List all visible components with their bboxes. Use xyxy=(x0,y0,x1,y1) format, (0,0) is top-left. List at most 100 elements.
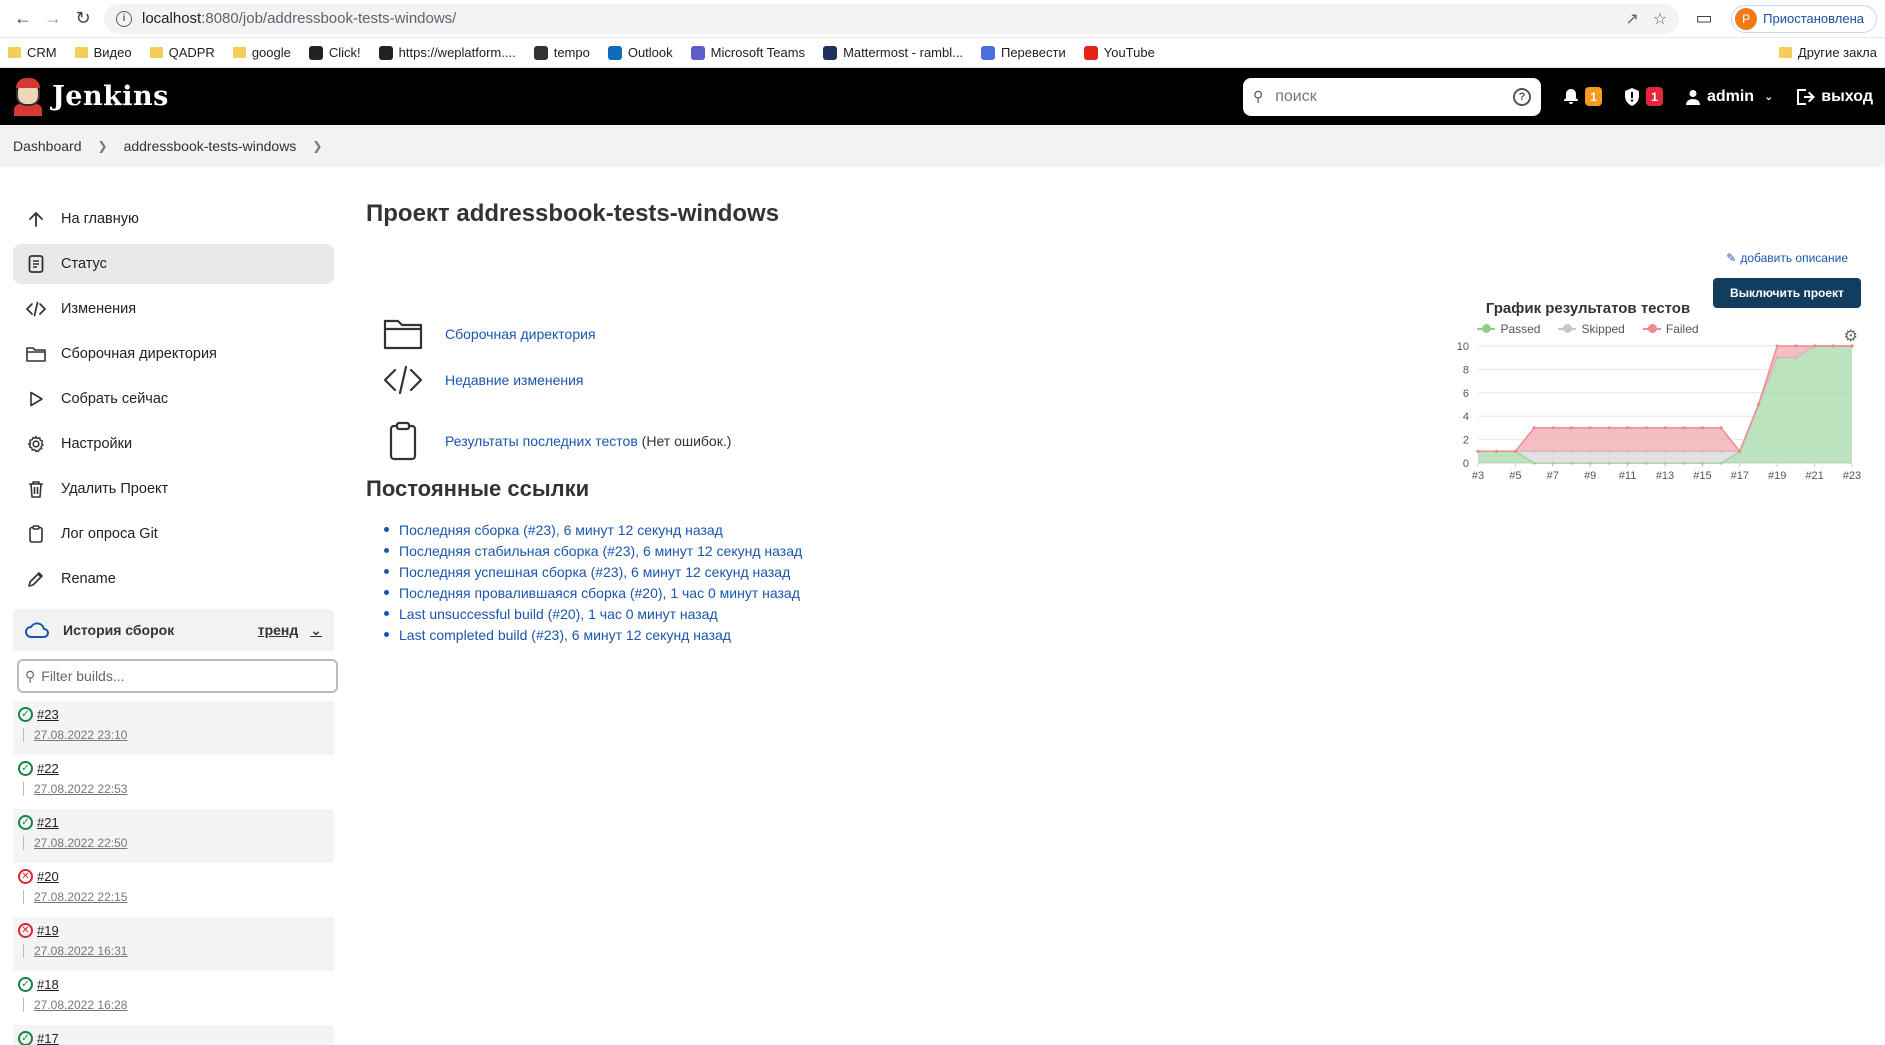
clipboard-icon xyxy=(25,525,47,543)
side-panel-icon[interactable]: ▭ xyxy=(1689,4,1719,34)
address-bar[interactable]: i localhost:8080/job/addressbook-tests-w… xyxy=(104,3,1680,34)
build-date-link[interactable]: 27.08.2022 22:15 xyxy=(23,890,334,904)
sidebar-item-clipboard[interactable]: Лог опроса Git xyxy=(13,514,334,554)
point-failed xyxy=(1850,344,1854,348)
code-icon xyxy=(25,301,47,317)
build-row: ✓ #22 27.08.2022 22:53 xyxy=(13,755,334,809)
sidebar-item-label: Настройки xyxy=(61,436,133,452)
build-number-link[interactable]: #21 xyxy=(37,815,59,830)
test-results-link-label[interactable]: Результаты последних тестов xyxy=(445,433,638,449)
bookmark-item[interactable]: QADPR xyxy=(149,45,215,60)
trend-link[interactable]: тренд ⌄ xyxy=(258,622,322,639)
bookmark-item[interactable]: Outlook xyxy=(607,45,673,60)
permalink-item: Последняя сборка (#23), 6 минут 12 секун… xyxy=(384,519,802,540)
bookmark-item[interactable]: CRM xyxy=(8,45,57,60)
permalink-link[interactable]: Последняя стабильная сборка (#23), 6 мин… xyxy=(399,543,802,559)
point-failed xyxy=(1756,402,1761,407)
profile-avatar: P xyxy=(1735,7,1758,30)
mattermost-icon xyxy=(823,45,838,60)
sidebar-item-code[interactable]: Изменения xyxy=(13,289,334,329)
bookmark-item[interactable]: Mattermost - rambl... xyxy=(823,45,963,60)
star-icon[interactable]: ☆ xyxy=(1653,9,1667,29)
test-results-link[interactable]: Результаты последних тестов (Нет ошибок.… xyxy=(379,421,731,461)
bookmark-item[interactable]: YouTube xyxy=(1083,45,1155,60)
sidebar-item-gear[interactable]: Настройки xyxy=(13,424,334,464)
profile-button[interactable]: P Приостановлена xyxy=(1731,4,1877,33)
search-input[interactable]: ⚲ поиск ? xyxy=(1242,77,1541,116)
legend-item[interactable]: Skipped xyxy=(1558,322,1625,336)
search-icon: ⚲ xyxy=(1252,88,1264,104)
breadcrumb-dashboard[interactable]: Dashboard xyxy=(13,138,82,154)
build-number-link[interactable]: #20 xyxy=(37,869,59,884)
bookmark-item[interactable]: google xyxy=(232,45,291,60)
page-title: Проект addressbook-tests-windows xyxy=(366,200,780,227)
permalink-link[interactable]: Последняя провалившаяся сборка (#20), 1 … xyxy=(399,585,800,601)
legend-label: Failed xyxy=(1665,322,1699,336)
breadcrumb-chevron-icon[interactable]: ❯ xyxy=(312,139,322,153)
changes-link[interactable]: Недавние изменения xyxy=(379,365,584,395)
back-icon[interactable]: ← xyxy=(8,4,38,34)
permalink-link[interactable]: Последняя успешная сборка (#23), 6 минут… xyxy=(399,564,790,580)
w-icon xyxy=(378,45,393,60)
jenkins-logo[interactable]: Jenkins xyxy=(12,77,169,116)
point-failed xyxy=(1794,344,1798,348)
build-date-link[interactable]: 27.08.2022 22:53 xyxy=(23,782,334,796)
sidebar-item-play[interactable]: Собрать сейчас xyxy=(13,379,334,419)
chevron-down-icon[interactable]: ⌄ xyxy=(310,622,322,639)
x-tick-label: #11 xyxy=(1619,470,1637,482)
add-description-link[interactable]: ✎ добавить описание xyxy=(1726,251,1848,265)
bookmark-item[interactable]: Microsoft Teams xyxy=(690,45,805,60)
user-name: admin xyxy=(1706,87,1755,105)
security-button[interactable]: 1 xyxy=(1624,87,1663,106)
y-tick-label: 8 xyxy=(1463,364,1469,376)
build-number-link[interactable]: #23 xyxy=(37,707,59,722)
forward-icon[interactable]: → xyxy=(38,4,68,34)
folder-icon xyxy=(379,317,427,351)
other-bookmarks[interactable]: Другие закла xyxy=(1778,45,1877,60)
share-icon[interactable]: ↗ xyxy=(1625,9,1638,29)
sidebar-item-folder[interactable]: Сборочная директория xyxy=(13,334,334,374)
build-date-link[interactable]: 27.08.2022 23:10 xyxy=(23,728,334,742)
clickup-icon xyxy=(308,45,323,60)
bookmark-item[interactable]: Перевести xyxy=(980,45,1066,60)
permalink-link[interactable]: Последняя сборка (#23), 6 минут 12 секун… xyxy=(399,522,723,538)
bookmark-item[interactable]: tempo xyxy=(533,45,590,60)
legend-item[interactable]: Passed xyxy=(1477,322,1540,336)
user-menu[interactable]: admin ⌄ xyxy=(1685,88,1773,106)
build-date-link[interactable]: 27.08.2022 16:31 xyxy=(23,944,334,958)
sidebar-item-arrow-up[interactable]: На главную xyxy=(13,199,334,239)
build-number-link[interactable]: #22 xyxy=(37,761,59,776)
changes-link-label[interactable]: Недавние изменения xyxy=(445,372,584,388)
bookmark-label: https://weplatform.... xyxy=(398,45,516,60)
pencil-icon xyxy=(25,570,47,588)
legend-item[interactable]: Failed xyxy=(1642,322,1699,336)
build-number-link[interactable]: #17 xyxy=(37,1031,59,1045)
sidebar-item-pencil[interactable]: Rename xyxy=(13,559,334,599)
play-icon xyxy=(25,391,47,407)
breadcrumb-project[interactable]: addressbook-tests-windows xyxy=(124,138,297,154)
permalink-item: Последняя стабильная сборка (#23), 6 мин… xyxy=(384,540,802,561)
permalink-link[interactable]: Last unsuccessful build (#20), 1 час 0 м… xyxy=(399,606,718,622)
build-number-link[interactable]: #18 xyxy=(37,977,59,992)
notifications-button[interactable]: 1 xyxy=(1563,87,1602,106)
filter-builds-input[interactable]: ⚲ Filter builds... xyxy=(17,659,338,693)
sidebar-item-trash[interactable]: Удалить Проект xyxy=(13,469,334,509)
help-icon[interactable]: ? xyxy=(1512,87,1531,106)
sidebar-item-document[interactable]: Статус xyxy=(13,244,334,284)
permalink-link[interactable]: Last completed build (#23), 6 минут 12 с… xyxy=(399,627,731,643)
build-date-link[interactable]: 27.08.2022 16:28 xyxy=(23,998,334,1012)
bookmark-item[interactable]: Click! xyxy=(308,45,361,60)
workspace-link-label[interactable]: Сборочная директория xyxy=(445,326,596,342)
bookmark-item[interactable]: https://weplatform.... xyxy=(378,45,516,60)
breadcrumb-chevron-icon: ❯ xyxy=(97,139,108,153)
workspace-link[interactable]: Сборочная директория xyxy=(379,317,596,351)
url-path: :8080/job/addressbook-tests-windows/ xyxy=(201,10,457,27)
build-number-link[interactable]: #19 xyxy=(37,923,59,938)
reload-icon[interactable]: ↻ xyxy=(68,4,98,34)
site-info-icon[interactable]: i xyxy=(116,10,132,27)
sidebar-item-label: На главную xyxy=(61,211,139,227)
x-tick-label: #21 xyxy=(1805,470,1823,482)
logout-button[interactable]: выход xyxy=(1795,88,1873,106)
build-date-link[interactable]: 27.08.2022 22:50 xyxy=(23,836,334,850)
bookmark-item[interactable]: Видео xyxy=(74,45,132,60)
